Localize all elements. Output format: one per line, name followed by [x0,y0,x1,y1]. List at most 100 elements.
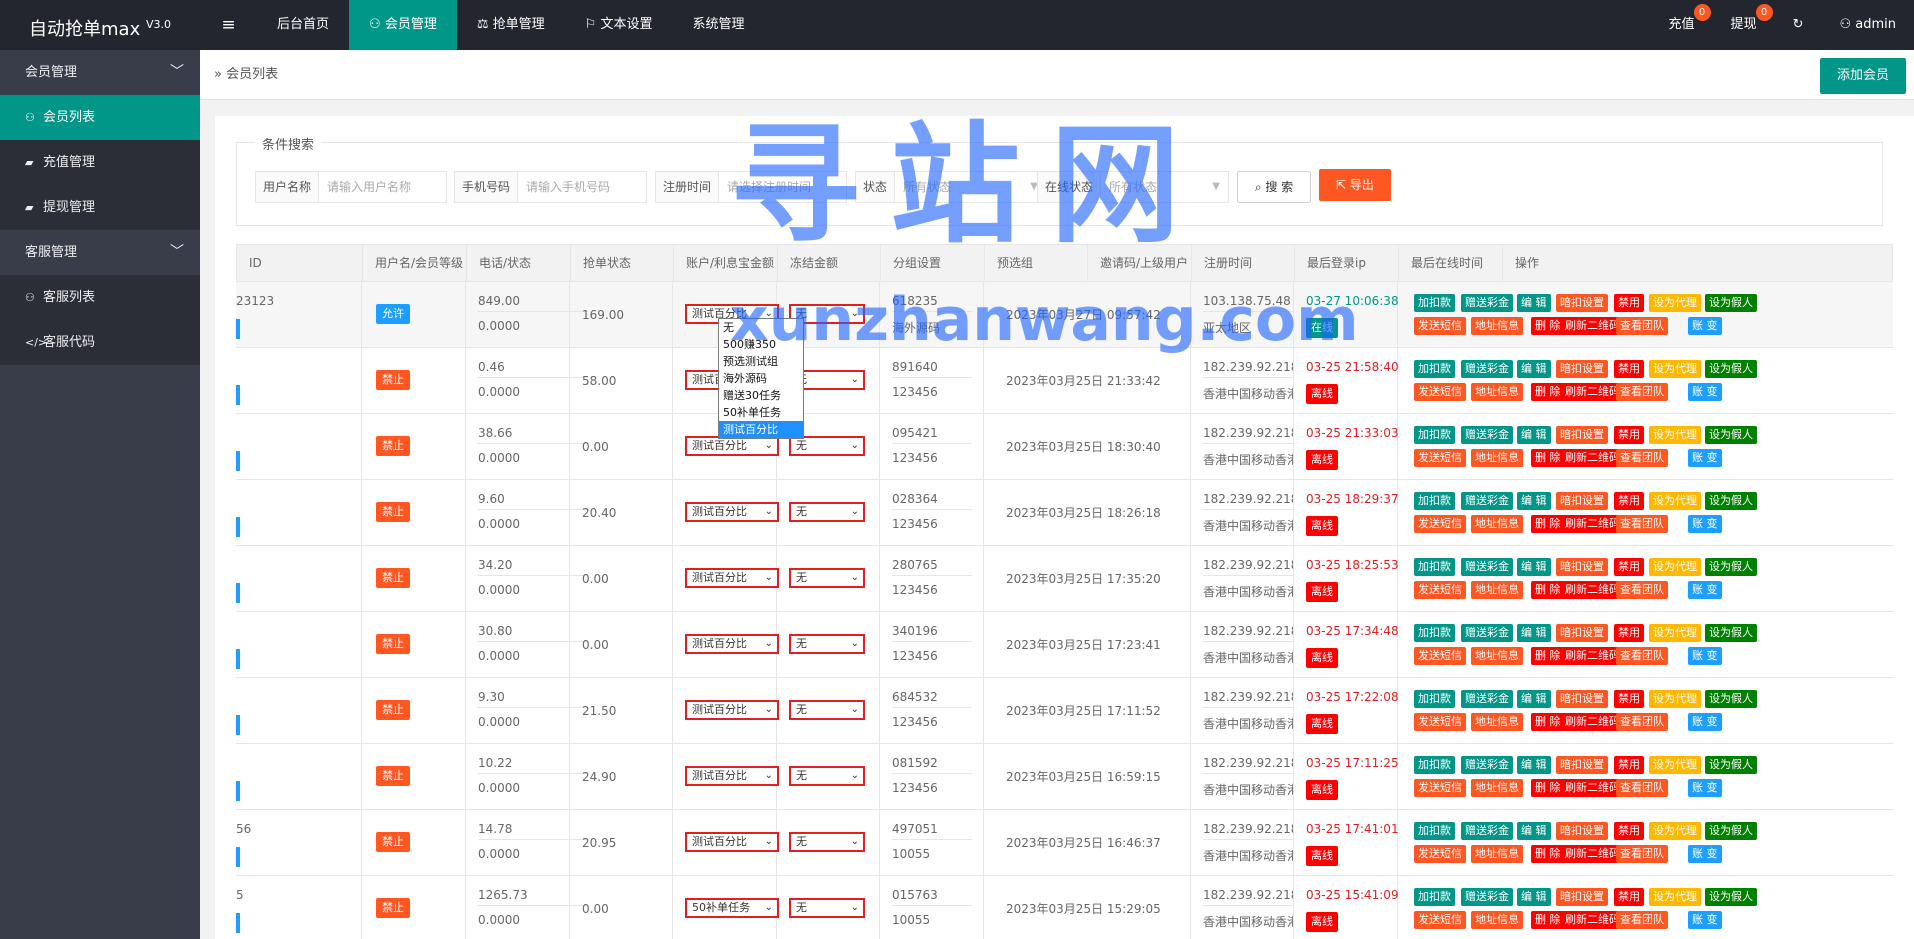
status-badge[interactable]: 禁止 [376,832,410,852]
action-button[interactable]: 禁用 [1614,888,1644,906]
action-button[interactable]: 禁用 [1614,426,1644,444]
action-button[interactable]: 发送短信 [1414,581,1466,599]
table-row[interactable]: 禁止 9.30 0.0000 21.50 测试百分比 ⌄ 无 ⌄ 684532 123456 202… [236,678,1893,744]
withdraw-link[interactable]: 提现 0 [1713,0,1775,50]
action-button[interactable]: 查看团队 [1616,911,1668,929]
action-button[interactable]: 查看团队 [1616,845,1668,863]
action-button[interactable]: 加扣款 [1414,624,1455,642]
action-button[interactable]: 设为假人 [1705,360,1757,378]
action-button[interactable]: 设为代理 [1649,822,1701,840]
col-lastip[interactable]: 最后登录ip [1295,245,1399,281]
action-button[interactable]: 设为代理 [1649,756,1701,774]
action-button[interactable]: 设为假人 [1705,294,1757,312]
action-button[interactable]: 暗扣设置 [1556,624,1608,642]
action-button[interactable]: 删 除 [1531,581,1565,599]
action-button[interactable]: 暗扣设置 [1556,690,1608,708]
action-button[interactable]: 设为代理 [1649,888,1701,906]
action-button[interactable]: 设为假人 [1705,888,1757,906]
regtime-field[interactable]: 注册时间 请选择注册时间 [655,171,847,203]
action-button[interactable]: 地址信息 [1471,647,1523,665]
group-select[interactable]: 测试百分比 ⌄ [685,436,779,456]
action-button[interactable]: 查看团队 [1616,383,1668,401]
action-button[interactable]: 禁用 [1614,492,1644,510]
action-button[interactable]: 赠送彩金 [1461,888,1513,906]
action-button[interactable]: 地址信息 [1471,911,1523,929]
action-button[interactable]: 设为代理 [1649,690,1701,708]
col-account[interactable]: 账户/利息宝金额 [674,245,778,281]
preselect-select[interactable]: 无⌄ [789,898,865,918]
col-preselect[interactable]: 预选组 [985,245,1088,281]
action-button[interactable]: 设为假人 [1705,822,1757,840]
action-button[interactable]: 查看团队 [1616,647,1668,665]
action-button[interactable]: 编 辑 [1517,492,1551,510]
col-username[interactable]: 用户名/会员等级 [363,245,467,281]
nav-home[interactable]: 后台首页 [257,0,349,50]
action-button[interactable]: 暗扣设置 [1556,558,1608,576]
action-button[interactable]: 设为假人 [1705,558,1757,576]
action-button[interactable]: 设为代理 [1649,294,1701,312]
action-button[interactable]: 加扣款 [1414,426,1455,444]
sidebar-item-recharge[interactable]: ▰ 充值管理 [0,140,200,185]
status-badge[interactable]: 禁止 [376,436,410,456]
sidebar-group-service[interactable]: 客服管理 ﹀ [0,230,200,275]
sidebar-item-withdraw[interactable]: ▰ 提现管理 [0,185,200,230]
action-button[interactable]: 发送短信 [1414,317,1466,335]
action-button[interactable]: 账 变 [1688,383,1722,401]
action-button[interactable]: 赠送彩金 [1461,690,1513,708]
group-select[interactable]: 测试百分比 ⌄ [685,766,779,786]
col-phone[interactable]: 电话/状态 [467,245,571,281]
status-badge[interactable]: 禁止 [376,634,410,654]
sidebar-item-service-list[interactable]: ⚇ 客服列表 [0,275,200,320]
preselect-select[interactable]: 无⌄ [789,766,865,786]
action-button[interactable]: 查看团队 [1616,779,1668,797]
action-button[interactable]: 删 除 [1531,713,1565,731]
action-button[interactable]: 编 辑 [1517,426,1551,444]
status-badge[interactable]: 允许 [376,304,410,324]
group-dropdown-list[interactable]: 无 500赚350 预选测试组 海外源码 赠送30任务 50补单任务 测试百分比 [718,318,804,439]
refresh-icon[interactable]: ↻ [1775,0,1822,50]
dropdown-option[interactable]: 无 [719,319,803,336]
dropdown-option-selected[interactable]: 测试百分比 [719,421,803,438]
status-badge[interactable]: 禁止 [376,502,410,522]
col-id[interactable]: ID [237,245,363,281]
preselect-select[interactable]: 无⌄ [789,832,865,852]
group-select[interactable]: 测试百分比 ⌄ [685,502,779,522]
action-button[interactable]: 编 辑 [1517,888,1551,906]
action-button[interactable]: 发送短信 [1414,713,1466,731]
action-button[interactable]: 编 辑 [1517,294,1551,312]
action-button[interactable]: 账 变 [1688,845,1722,863]
nav-members[interactable]: ⚇ 会员管理 [349,0,457,50]
username-input[interactable]: 请输入用户名称 [319,172,446,202]
action-button[interactable]: 设为代理 [1649,558,1701,576]
dropdown-option[interactable]: 赠送30任务 [719,387,803,404]
action-button[interactable]: 赠送彩金 [1461,360,1513,378]
action-button[interactable]: 发送短信 [1414,845,1466,863]
status-select[interactable]: 所有状态 ▼ [895,172,1046,202]
table-row[interactable]: 禁止 30.80 0.0000 0.00 测试百分比 ⌄ 无 ⌄ 340196 123456 202… [236,612,1893,678]
action-button[interactable]: 地址信息 [1471,581,1523,599]
action-button[interactable]: 查看团队 [1616,515,1668,533]
action-button[interactable]: 编 辑 [1517,822,1551,840]
action-button[interactable]: 删 除 [1531,383,1565,401]
preselect-select[interactable]: 无⌄ [789,634,865,654]
preselect-select[interactable]: 无⌄ [789,436,865,456]
action-button[interactable]: 暗扣设置 [1556,294,1608,312]
status-badge[interactable]: 禁止 [376,568,410,588]
dropdown-option[interactable]: 50补单任务 [719,404,803,421]
menu-toggle-icon[interactable]: ≡ [200,0,257,50]
action-button[interactable]: 刷新二维码 [1561,581,1624,599]
action-button[interactable]: 禁用 [1614,360,1644,378]
table-row[interactable]: 5 禁止 1265.73 0.0000 0.00 50补单任务 ⌄ 无 ⌄ 015763 10055… [236,876,1893,939]
nav-system[interactable]: 系统管理 [672,0,764,50]
dropdown-option[interactable]: 500赚350 [719,336,803,353]
preselect-select[interactable]: 无⌄ [789,700,865,720]
action-button[interactable]: 刷新二维码 [1561,911,1624,929]
nav-orders[interactable]: ⚖ 抢单管理 [457,0,565,50]
search-button[interactable]: ⌕ 搜 索 [1237,171,1311,203]
user-menu[interactable]: ⚇ admin [1821,0,1914,50]
col-invite[interactable]: 邀请码/上级用户 [1088,245,1192,281]
action-button[interactable]: 设为代理 [1649,624,1701,642]
action-button[interactable]: 账 变 [1688,647,1722,665]
action-button[interactable]: 删 除 [1531,317,1565,335]
action-button[interactable]: 赠送彩金 [1461,558,1513,576]
